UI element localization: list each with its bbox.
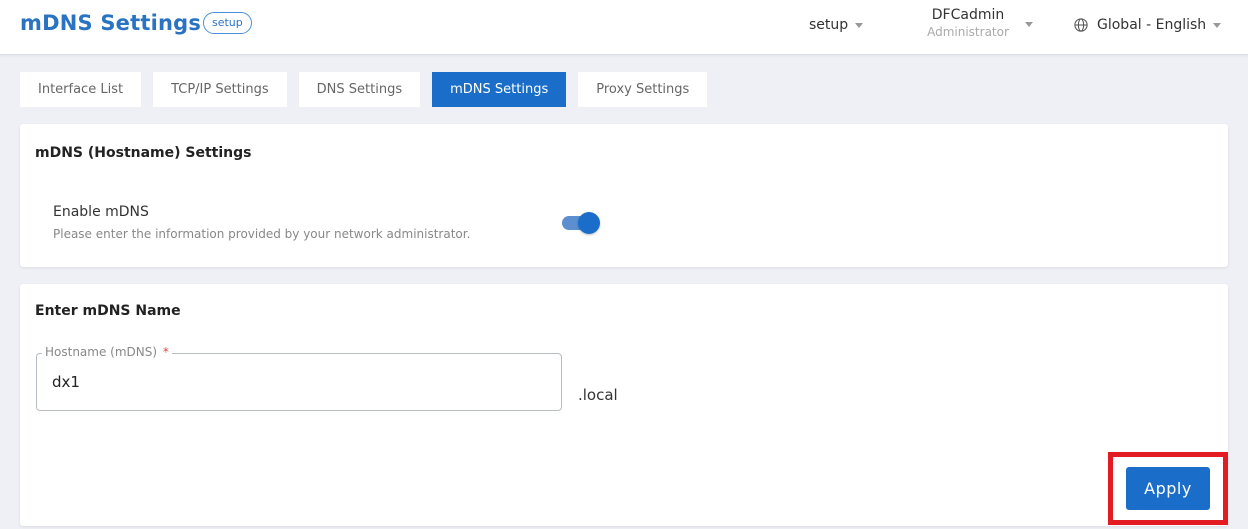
- mode-badge: setup: [203, 12, 252, 34]
- page-title: mDNS Settings: [20, 11, 202, 35]
- enable-mdns-toggle[interactable]: [562, 212, 600, 234]
- tab-interface-list[interactable]: Interface List: [20, 72, 142, 107]
- section-title: Enter mDNS Name: [35, 303, 181, 319]
- tab-mdns-settings[interactable]: mDNS Settings: [432, 72, 567, 107]
- enable-mdns-label: Enable mDNS: [53, 204, 149, 220]
- tab-tcpip-settings[interactable]: TCP/IP Settings: [153, 72, 287, 107]
- mdns-name-card: Enter mDNS Name Hostname (mDNS) * .local: [20, 284, 1228, 526]
- chevron-down-icon: [855, 22, 864, 28]
- apply-highlight: Apply: [1108, 452, 1228, 525]
- settings-tabs: Interface List TCP/IP Settings DNS Setti…: [20, 72, 719, 107]
- tab-proxy-settings[interactable]: Proxy Settings: [578, 72, 708, 107]
- tab-dns-settings[interactable]: DNS Settings: [298, 72, 421, 107]
- hostname-input[interactable]: [52, 373, 532, 391]
- user-menu[interactable]: DFCadmin Administrator: [920, 7, 1016, 39]
- language-label: Global - English: [1097, 17, 1207, 33]
- user-role: Administrator: [927, 25, 1009, 39]
- apply-button[interactable]: Apply: [1126, 467, 1210, 510]
- hostname-suffix: .local: [578, 386, 618, 404]
- chevron-down-icon: [1213, 22, 1222, 28]
- top-header: mDNS Settings setup setup DFCadmin Admin…: [0, 0, 1248, 55]
- required-mark: *: [162, 345, 169, 359]
- globe-icon: [1074, 18, 1088, 32]
- chevron-down-icon: [1025, 22, 1033, 27]
- user-name: DFCadmin: [931, 7, 1005, 23]
- enable-mdns-help: Please enter the information provided by…: [53, 227, 471, 241]
- hostname-field: Hostname (mDNS) *: [36, 345, 562, 411]
- mode-dropdown-label: setup: [809, 17, 849, 33]
- language-dropdown[interactable]: Global - English: [1074, 17, 1222, 33]
- section-title: mDNS (Hostname) Settings: [35, 145, 252, 161]
- toggle-knob: [578, 212, 600, 234]
- hostname-field-label: Hostname (mDNS) *: [42, 345, 172, 359]
- mdns-hostname-settings-card: mDNS (Hostname) Settings Enable mDNS Ple…: [20, 124, 1228, 267]
- mode-dropdown[interactable]: setup: [809, 17, 864, 33]
